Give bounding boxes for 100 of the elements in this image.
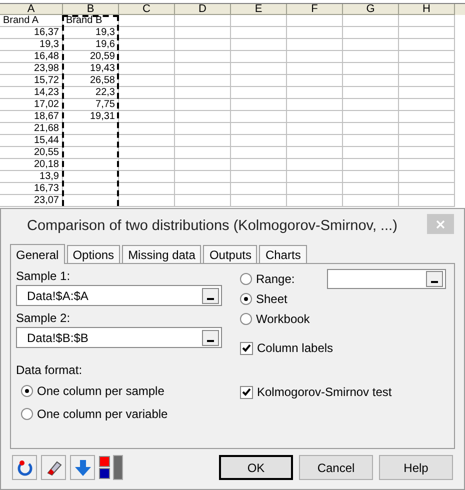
input-field[interactable] [327, 269, 446, 289]
table-cell[interactable] [343, 159, 399, 171]
table-cell[interactable] [119, 87, 175, 99]
table-cell[interactable] [231, 171, 287, 183]
table-cell[interactable] [175, 147, 231, 159]
table-cell[interactable] [231, 51, 287, 63]
column-header[interactable]: H [399, 4, 455, 15]
table-cell[interactable] [287, 111, 343, 123]
table-cell[interactable]: 17,02 [0, 99, 63, 111]
dialog-button[interactable]: OK [219, 455, 293, 480]
table-cell[interactable]: 7,75 [63, 99, 119, 111]
table-cell[interactable] [231, 123, 287, 135]
table-cell[interactable] [399, 171, 455, 183]
table-cell[interactable] [399, 51, 455, 63]
table-cell[interactable] [343, 135, 399, 147]
radio-button[interactable] [21, 385, 33, 397]
table-cell[interactable] [119, 135, 175, 147]
column-header[interactable]: G [343, 4, 399, 15]
table-cell[interactable] [399, 99, 455, 111]
radio-label[interactable]: Sheet [256, 290, 288, 308]
table-cell[interactable] [175, 159, 231, 171]
table-cell[interactable] [287, 159, 343, 171]
table-cell[interactable] [343, 111, 399, 123]
table-cell[interactable] [231, 159, 287, 171]
table-cell[interactable]: 13,9 [0, 171, 63, 183]
tab[interactable]: General [10, 244, 65, 264]
table-cell[interactable] [399, 183, 455, 195]
input-field[interactable]: Data!$B:$B [16, 327, 222, 348]
table-cell[interactable] [119, 39, 175, 51]
table-cell[interactable] [399, 75, 455, 87]
checkbox[interactable] [240, 342, 253, 354]
table-cell[interactable]: 15,72 [0, 75, 63, 87]
table-cell[interactable] [63, 195, 119, 207]
table-cell[interactable]: 18,67 [0, 111, 63, 123]
radio-label[interactable]: Workbook [256, 310, 310, 328]
input-field[interactable]: Data!$A:$A [16, 285, 222, 306]
table-cell[interactable]: 15,44 [0, 135, 63, 147]
table-cell[interactable] [287, 39, 343, 51]
radio-button[interactable] [21, 408, 33, 420]
table-cell[interactable] [63, 159, 119, 171]
table-cell[interactable] [175, 39, 231, 51]
column-header[interactable]: D [175, 4, 231, 15]
table-cell[interactable] [119, 15, 175, 27]
table-cell[interactable]: 19,31 [63, 111, 119, 123]
browse-button[interactable] [202, 288, 219, 304]
table-cell[interactable]: 19,6 [63, 39, 119, 51]
tab[interactable]: Charts [259, 245, 307, 263]
table-cell[interactable] [287, 27, 343, 39]
table-cell[interactable] [399, 135, 455, 147]
close-button[interactable] [427, 214, 454, 234]
browse-button[interactable] [426, 271, 443, 287]
table-cell[interactable] [175, 75, 231, 87]
table-cell[interactable] [231, 147, 287, 159]
column-header[interactable]: F [287, 4, 343, 15]
table-cell[interactable] [175, 51, 231, 63]
table-cell[interactable] [63, 147, 119, 159]
table-cell[interactable] [343, 15, 399, 27]
table-cell[interactable] [287, 99, 343, 111]
table-cell[interactable] [399, 147, 455, 159]
table-cell[interactable] [175, 111, 231, 123]
tab[interactable]: Options [66, 245, 120, 263]
table-cell[interactable]: 20,18 [0, 159, 63, 171]
column-header[interactable]: A [0, 4, 63, 15]
table-cell[interactable] [231, 183, 287, 195]
table-cell[interactable] [231, 135, 287, 147]
table-cell[interactable] [287, 195, 343, 207]
table-cell[interactable] [399, 39, 455, 51]
table-cell[interactable]: 20,55 [0, 147, 63, 159]
table-cell[interactable] [287, 171, 343, 183]
table-cell[interactable] [231, 111, 287, 123]
table-cell[interactable] [175, 15, 231, 27]
table-cell[interactable] [175, 99, 231, 111]
table-cell[interactable] [343, 63, 399, 75]
table-cell[interactable] [287, 51, 343, 63]
table-cell[interactable] [287, 147, 343, 159]
dialog-button[interactable]: Cancel [299, 455, 373, 480]
table-cell[interactable] [119, 27, 175, 39]
table-cell[interactable]: 23,07 [0, 195, 63, 207]
tab[interactable]: Outputs [203, 245, 258, 263]
table-cell[interactable] [231, 39, 287, 51]
table-cell[interactable]: Brand A [0, 15, 63, 27]
table-cell[interactable] [231, 87, 287, 99]
table-cell[interactable]: 19,3 [63, 27, 119, 39]
table-cell[interactable] [119, 195, 175, 207]
radio-button[interactable] [240, 293, 252, 305]
table-cell[interactable] [343, 39, 399, 51]
column-header[interactable]: E [231, 4, 287, 15]
table-cell[interactable] [231, 75, 287, 87]
table-cell[interactable]: 14,23 [0, 87, 63, 99]
table-cell[interactable] [399, 159, 455, 171]
table-cell[interactable] [119, 183, 175, 195]
table-cell[interactable] [287, 15, 343, 27]
radio-button[interactable] [240, 273, 252, 285]
reset-button[interactable] [12, 455, 37, 480]
table-cell[interactable] [287, 63, 343, 75]
table-cell[interactable] [399, 195, 455, 207]
table-cell[interactable] [119, 63, 175, 75]
table-cell[interactable] [119, 75, 175, 87]
table-cell[interactable] [399, 63, 455, 75]
radio-label[interactable]: Range: [256, 270, 295, 288]
